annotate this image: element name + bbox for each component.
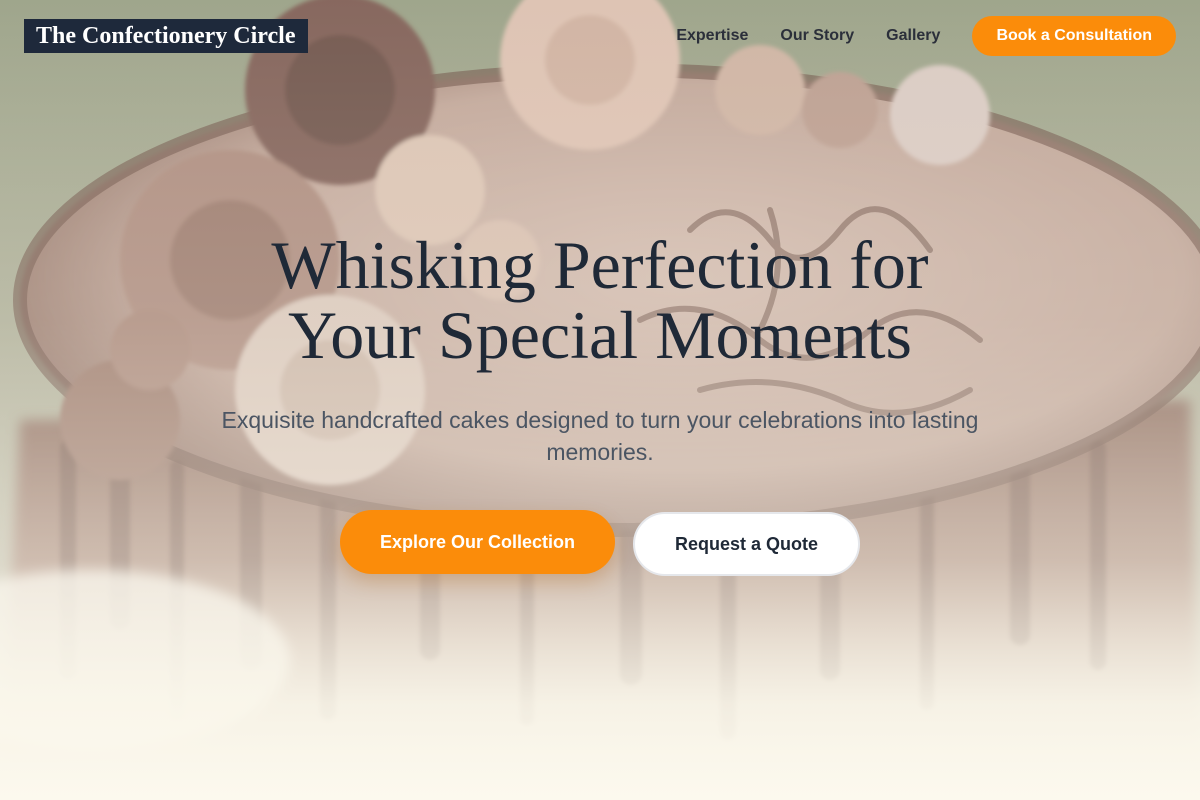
nav-link-gallery[interactable]: Gallery bbox=[886, 27, 940, 45]
nav-link-our-story[interactable]: Our Story bbox=[780, 27, 854, 45]
hero-actions: Explore Our Collection Request a Quote bbox=[0, 510, 1200, 576]
request-quote-button[interactable]: Request a Quote bbox=[633, 512, 861, 576]
book-consultation-button[interactable]: Book a Consultation bbox=[972, 16, 1176, 56]
brand-logo[interactable]: The Confectionery Circle bbox=[24, 19, 308, 53]
hero-subtitle: Exquisite handcrafted cakes designed to … bbox=[221, 407, 979, 465]
hero-section: Whisking Perfection for Your Special Mom… bbox=[0, 230, 1200, 576]
hero-title: Whisking Perfection for Your Special Mom… bbox=[271, 227, 929, 373]
main-nav: Expertise Our Story Gallery Book a Consu… bbox=[676, 16, 1176, 56]
nav-link-expertise[interactable]: Expertise bbox=[676, 27, 748, 45]
site-header: The Confectionery Circle Expertise Our S… bbox=[0, 0, 1200, 72]
explore-collection-button[interactable]: Explore Our Collection bbox=[339, 510, 615, 574]
